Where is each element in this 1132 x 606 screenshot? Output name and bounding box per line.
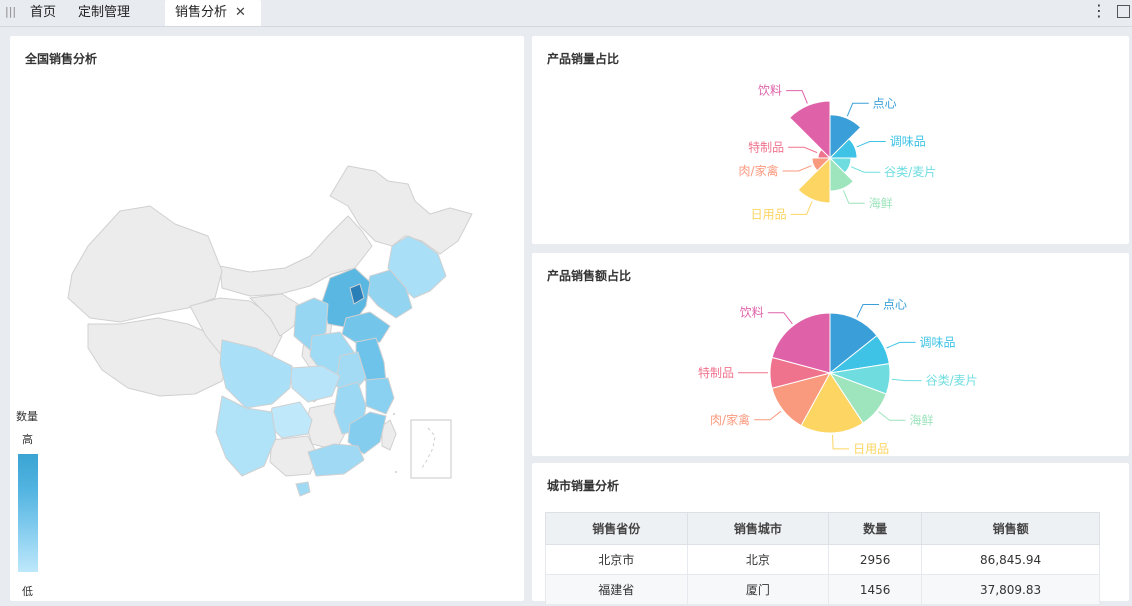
slice-label-amt-7: 饮料 [740, 306, 764, 320]
amt-panel: 产品销售额占比 点心 调味品 谷类/麦片 海鲜 日用品 肉/家禽 特制品 饮料 [532, 253, 1129, 456]
city-panel-title: 城市销量分析 [547, 479, 620, 493]
slice-label-qty-6: 特制品 [748, 139, 784, 154]
more-menu-icon[interactable]: ⋮ [1091, 2, 1107, 20]
map-region-fujian [347, 411, 387, 455]
leader-line-qty-2 [851, 166, 881, 173]
leader-line-qty-1 [856, 141, 886, 148]
leader-line-amt-1 [886, 341, 916, 349]
map-region-anhui [335, 351, 367, 395]
map-region-hainan [295, 481, 311, 497]
map-region-inner-mongolia [219, 215, 373, 297]
tab-sales-analysis[interactable]: 销售分析 ✕ [165, 0, 261, 26]
tab-custom-management[interactable]: 定制管理 [78, 0, 130, 26]
map-region-henan [309, 331, 355, 375]
leader-line-qty-5 [782, 165, 812, 172]
qty-panel: 产品销量占比 点心 调味品 谷类/麦片 海鲜 日用品 肉/家禽 特制品 饮料 [532, 36, 1129, 244]
slice-label-amt-2: 谷类/麦片 [926, 374, 978, 388]
qty-rose-chart: 点心调味品谷类/麦片海鲜日用品 肉/家禽 特制品 饮料 [739, 84, 937, 222]
map-panel: 全国销售分析 数量 高 低 [10, 36, 524, 601]
map-region-shanxi [293, 297, 329, 351]
leader-line-amt-7 [767, 312, 793, 325]
table-cell: 厦门 [686, 574, 830, 605]
map-region-guizhou [267, 401, 313, 439]
slice-label-amt-5: 肉/家禽 [710, 412, 750, 427]
column-header[interactable]: 销售城市 [686, 512, 830, 545]
map-region-zhejiang [365, 377, 395, 415]
map-region-gansu [249, 293, 299, 337]
table-cell: 北京 [686, 544, 830, 575]
column-header[interactable]: 销售额 [921, 512, 1100, 545]
map-region-tibet [87, 317, 231, 397]
legend-gradient-bar[interactable] [18, 454, 38, 572]
table-header-row: 销售省份 销售城市 数量 销售额 [545, 512, 1100, 545]
leader-line-amt-2 [891, 378, 922, 382]
leader-line-qty-4 [790, 201, 813, 215]
map-region-heilongjiang-jilin [387, 235, 447, 299]
south-china-sea-inset [410, 419, 452, 479]
leader-line-amt-5 [754, 410, 782, 421]
map-region-jiangxi [333, 381, 367, 435]
table-row[interactable]: 北京市 北京 2956 86,845.94 [545, 544, 1100, 575]
city-sales-table: 销售省份 销售城市 数量 销售额 北京市 北京 2956 86,845.94 福… [545, 512, 1100, 605]
leader-line-amt-3 [878, 411, 906, 421]
map-region-guangdong [307, 443, 365, 477]
slice-label-amt-1: 调味品 [920, 335, 956, 349]
map-region-yunnan [215, 395, 277, 477]
city-panel: 城市销量分析 销售省份 销售城市 数量 销售额 北京市 北京 2956 86,8… [532, 463, 1129, 605]
slice-label-amt-6: 特制品 [698, 365, 734, 380]
map-region-northeast [329, 165, 473, 255]
slice-label-amt-3: 海鲜 [909, 412, 933, 427]
map-panel-title: 全国销售分析 [25, 52, 98, 66]
map-region-shandong [341, 311, 391, 345]
legend-title: 数量 [16, 410, 38, 423]
leader-line-amt-0 [856, 304, 879, 318]
column-header[interactable]: 数量 [828, 512, 923, 545]
leader-line-amt-4 [832, 434, 850, 450]
map-region-guangxi [269, 435, 319, 477]
map-region-sichuan [219, 339, 293, 409]
leader-line-qty-6 [788, 146, 818, 154]
china-map [67, 165, 473, 497]
slice-label-qty-3: 海鲜 [869, 195, 893, 210]
close-icon[interactable]: ✕ [235, 5, 246, 20]
slice-label-qty-1: 调味品 [890, 135, 926, 149]
leader-line-qty-3 [842, 190, 865, 204]
maximize-icon[interactable] [1117, 5, 1130, 18]
legend-high-label: 高 [22, 433, 33, 446]
map-region-beijing [349, 283, 365, 305]
table-row[interactable]: 福建省 厦门 1456 37,809.83 [545, 574, 1100, 605]
leader-line-qty-0 [846, 102, 869, 117]
column-header[interactable]: 销售省份 [545, 512, 688, 545]
map-region-liaoning [365, 269, 413, 319]
table-cell: 北京市 [545, 544, 688, 575]
map-region-xinjiang [67, 205, 223, 323]
table-cell: 2956 [828, 544, 923, 575]
tab-sales-analysis-label: 销售分析 [175, 5, 228, 20]
amt-pie-chart: 点心调味品谷类/麦片海鲜日用品 肉/家禽 特制品 饮料 [698, 298, 978, 456]
map-region-jiangsu [355, 337, 387, 389]
slice-label-qty-2: 谷类/麦片 [884, 165, 936, 179]
leader-line-qty-7 [786, 90, 808, 104]
table-cell: 37,809.83 [921, 574, 1100, 605]
map-region-hunan [305, 401, 349, 451]
slice-label-qty-5: 肉/家禽 [739, 163, 779, 178]
slice-label-amt-4: 日用品 [853, 442, 889, 456]
map-region-chongqing [299, 371, 329, 403]
slice-label-amt-0: 点心 [883, 298, 907, 312]
tab-home[interactable]: 首页 [30, 0, 56, 26]
tab-bar: ||| 首页 定制管理 销售分析 ✕ ⋮ [0, 0, 1132, 27]
table-cell: 1456 [828, 574, 923, 605]
slice-label-qty-4: 日用品 [751, 207, 787, 221]
slice-label-qty-0: 点心 [873, 96, 897, 110]
map-region-shaanxi [301, 299, 333, 375]
map-region-hubei [289, 365, 341, 403]
map-region-hebei [321, 267, 371, 329]
table-cell: 福建省 [545, 574, 688, 605]
map-region-qinghai [189, 297, 283, 365]
map-region-taiwan [381, 419, 397, 451]
legend-low-label: 低 [22, 585, 33, 598]
table-cell: 86,845.94 [921, 544, 1100, 575]
drag-handle-icon[interactable]: ||| [5, 5, 16, 18]
slice-label-qty-7: 饮料 [758, 84, 782, 98]
